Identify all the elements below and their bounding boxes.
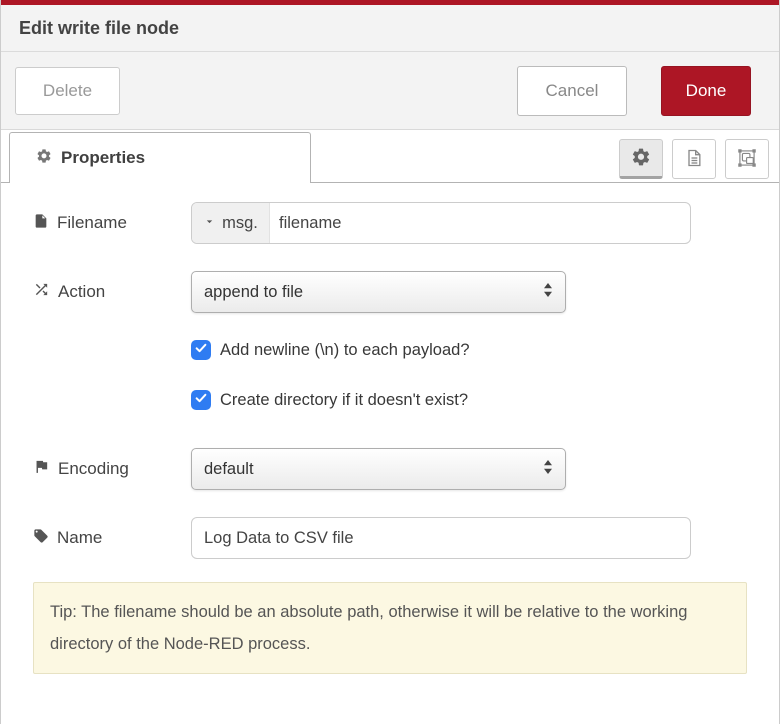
cog-icon [631,147,651,170]
delete-button[interactable]: Delete [15,67,120,115]
cog-icon [36,148,52,169]
encoding-select[interactable]: default [191,448,566,490]
filename-type-label: msg. [222,214,258,233]
name-label: Name [57,528,102,548]
tag-icon [33,528,49,549]
filename-type-dropdown[interactable]: msg. [192,203,270,243]
tip-box: Tip: The filename should be an absolute … [33,582,747,674]
description-tab-button[interactable] [672,139,716,179]
filename-label-group: Filename [33,213,191,234]
check-icon [194,341,208,360]
up-down-arrows-icon [543,282,553,303]
action-label-group: Action [33,281,191,303]
dialog-title: Edit write file node [19,18,179,39]
tab-buttons [619,139,769,179]
name-row: Name [33,517,779,559]
action-row: Action append to file [33,271,779,313]
properties-tab-button[interactable] [619,139,663,179]
caret-down-icon [203,214,216,233]
filename-typed-input: msg. filename [191,202,691,244]
tip-text: Tip: The filename should be an absolute … [50,603,687,653]
shuffle-icon [33,281,50,303]
doc-icon [684,148,704,171]
newline-checkbox[interactable] [191,340,211,360]
action-label: Action [58,282,105,302]
edit-node-dialog: Edit write file node Delete Cancel Done … [0,0,780,724]
name-label-group: Name [33,528,191,549]
cancel-button[interactable]: Cancel [517,66,627,116]
encoding-label: Encoding [58,459,129,479]
tab-properties-label: Properties [61,148,145,168]
flag-icon [33,458,50,480]
file-icon [33,213,49,234]
name-input[interactable] [191,517,691,559]
properties-form: Filename msg. filename Action a [1,183,779,674]
createdir-checkbox-label[interactable]: Create directory if it doesn't exist? [220,391,468,410]
filename-row: Filename msg. filename [33,202,779,244]
filename-input[interactable]: filename [270,203,690,243]
filename-label: Filename [57,213,127,233]
encoding-row: Encoding default [33,448,779,490]
appearance-tab-button[interactable] [725,139,769,179]
appearance-icon [737,148,757,171]
newline-checkbox-label[interactable]: Add newline (\n) to each payload? [220,341,470,360]
check-icon [194,391,208,410]
dialog-header: Edit write file node [1,5,779,52]
newline-checkbox-row: Add newline (\n) to each payload? [191,340,779,360]
createdir-checkbox[interactable] [191,390,211,410]
tab-bar: Properties [1,130,779,183]
done-button[interactable]: Done [661,66,751,116]
encoding-label-group: Encoding [33,458,191,480]
encoding-select-value: default [204,460,543,479]
tab-properties[interactable]: Properties [9,132,311,183]
up-down-arrows-icon [543,459,553,480]
action-select-value: append to file [204,283,543,302]
createdir-checkbox-row: Create directory if it doesn't exist? [191,390,779,410]
action-select[interactable]: append to file [191,271,566,313]
dialog-toolbar: Delete Cancel Done [1,52,779,130]
